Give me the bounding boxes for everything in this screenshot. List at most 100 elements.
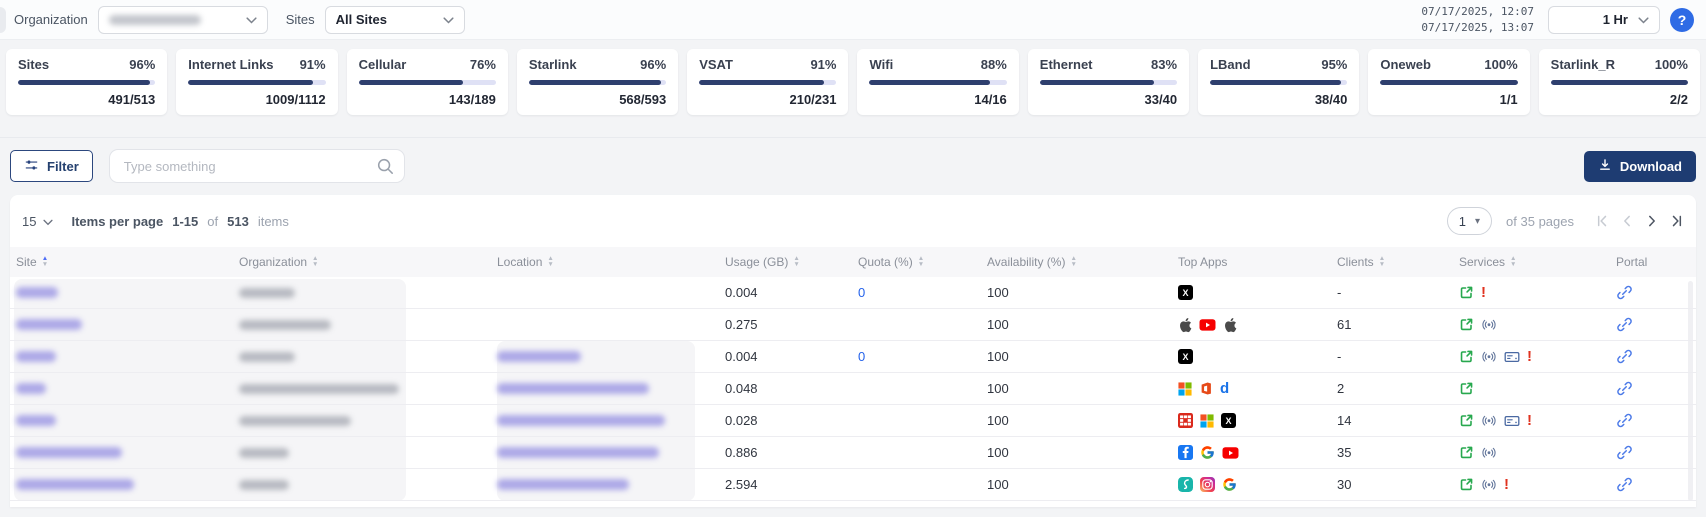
location-link-blurred[interactable] <box>497 383 649 394</box>
column-header-location[interactable]: Location ▲▼ <box>497 255 725 269</box>
location-link-blurred[interactable] <box>497 415 665 426</box>
location-cell <box>497 479 725 490</box>
x-app-icon: X <box>1178 349 1193 364</box>
apple-icon <box>1178 317 1192 333</box>
availability-cell: 100 <box>987 445 1178 460</box>
kpi-percent: 91% <box>810 57 836 72</box>
column-header-site[interactable]: Site ▲▼ <box>16 255 239 269</box>
site-link-blurred[interactable] <box>16 447 122 458</box>
table-row: 0.048 100 d 2 <box>10 373 1696 405</box>
portal-link-icon[interactable] <box>1616 284 1633 301</box>
kpi-percent: 100% <box>1655 57 1688 72</box>
column-header-organization[interactable]: Organization ▲▼ <box>239 255 497 269</box>
kpi-progress-fill <box>18 80 150 85</box>
clients-cell: 35 <box>1337 445 1459 460</box>
services-cell: ! <box>1459 349 1616 364</box>
availability-value: 100 <box>987 317 1009 332</box>
sites-label: Sites <box>286 12 315 27</box>
search-input[interactable] <box>109 149 405 183</box>
kpi-row: Sites 96% 491/513 Internet Links 91% 100… <box>0 40 1706 137</box>
site-link-blurred[interactable] <box>16 383 46 394</box>
portal-link-icon[interactable] <box>1616 476 1633 493</box>
kpi-progress-bar <box>1380 80 1517 85</box>
last-page-icon[interactable] <box>1670 214 1684 228</box>
download-button[interactable]: Download <box>1584 151 1696 182</box>
page-select[interactable]: 1 ▾ <box>1447 207 1492 235</box>
site-cell <box>16 415 239 426</box>
chevron-down-icon <box>1638 12 1649 27</box>
kpi-card: VSAT 91% 210/231 <box>687 49 848 115</box>
status-up-icon <box>1459 413 1474 428</box>
column-header-usage-gb[interactable]: Usage (GB) ▲▼ <box>725 255 858 269</box>
kpi-ratio: 14/16 <box>869 92 1006 107</box>
time-range-select[interactable]: 1 Hr <box>1548 6 1660 34</box>
column-header-quota[interactable]: Quota (%) ▲▼ <box>858 255 987 269</box>
location-link-blurred[interactable] <box>497 479 629 490</box>
organization-text-blurred <box>239 448 289 458</box>
column-header-services[interactable]: Services ▲▼ <box>1459 255 1616 269</box>
kpi-ratio: 210/231 <box>699 92 836 107</box>
sort-arrows-icon: ▲▼ <box>42 256 48 268</box>
page-size-select[interactable]: 15 <box>22 214 53 229</box>
table-header-row: Site ▲▼ Organization ▲▼ Location ▲▼ Usag… <box>10 247 1696 277</box>
location-link-blurred[interactable] <box>497 447 659 458</box>
antenna-icon <box>1481 317 1497 332</box>
site-link-blurred[interactable] <box>16 351 56 362</box>
organization-text-blurred <box>239 320 331 330</box>
items-per-page-label: Items per page <box>71 214 163 229</box>
quota-link[interactable]: 0 <box>858 349 865 364</box>
sites-select[interactable]: All Sites <box>325 6 465 34</box>
availability-value: 100 <box>987 381 1009 396</box>
location-cell <box>497 447 725 458</box>
quota-cell: 0 <box>858 285 987 300</box>
filter-button[interactable]: Filter <box>10 150 93 182</box>
prev-page-icon[interactable] <box>1620 214 1634 228</box>
site-link-blurred[interactable] <box>16 319 82 330</box>
antenna-icon <box>1481 477 1497 492</box>
kpi-progress-fill <box>529 80 661 85</box>
site-link-blurred[interactable] <box>16 415 56 426</box>
page-size-value: 15 <box>22 214 36 229</box>
next-page-icon[interactable] <box>1645 214 1659 228</box>
download-label: Download <box>1620 159 1682 174</box>
site-link-blurred[interactable] <box>16 479 134 490</box>
organization-select[interactable] <box>98 6 268 34</box>
question-icon: ? <box>1678 12 1687 28</box>
first-page-icon[interactable] <box>1595 214 1609 228</box>
availability-cell: 100 <box>987 381 1178 396</box>
usage-cell: 0.275 <box>725 317 858 332</box>
table-body: 0.004 0 100 X - ! 0.275 100 61 0.004 0 1… <box>10 277 1696 501</box>
kpi-card: LBand 95% 38/40 <box>1198 49 1359 115</box>
sites-selected-value: All Sites <box>336 12 387 27</box>
kpi-progress-fill <box>1380 80 1517 85</box>
column-label: Clients <box>1337 255 1374 269</box>
chevron-down-icon <box>43 214 53 229</box>
portal-link-icon[interactable] <box>1616 444 1633 461</box>
location-link-blurred[interactable] <box>497 351 581 362</box>
column-header-top-apps: Top Apps <box>1178 255 1337 269</box>
alert-icon: ! <box>1527 413 1532 428</box>
column-header-availability[interactable]: Availability (%) ▲▼ <box>987 255 1178 269</box>
portal-link-icon[interactable] <box>1616 380 1633 397</box>
portal-link-icon[interactable] <box>1616 348 1633 365</box>
column-label: Availability (%) <box>987 255 1065 269</box>
sort-arrows-icon: ▲▼ <box>918 256 924 268</box>
kpi-ratio: 1009/1112 <box>188 92 325 107</box>
table-row: 0.886 100 35 <box>10 437 1696 469</box>
quota-link[interactable]: 0 <box>858 285 865 300</box>
services-cell <box>1459 381 1616 396</box>
help-button[interactable]: ? <box>1670 8 1694 32</box>
column-header-clients[interactable]: Clients ▲▼ <box>1337 255 1459 269</box>
clients-value: 14 <box>1337 413 1351 428</box>
kpi-ratio: 33/40 <box>1040 92 1177 107</box>
organization-cell <box>239 288 497 298</box>
kpi-ratio: 38/40 <box>1210 92 1347 107</box>
sort-arrows-icon: ▲▼ <box>1379 256 1385 268</box>
search-box <box>109 149 405 183</box>
site-link-blurred[interactable] <box>16 287 58 298</box>
usage-cell: 0.028 <box>725 413 858 428</box>
portal-link-icon[interactable] <box>1616 412 1633 429</box>
chevron-down-icon <box>246 11 257 29</box>
portal-link-icon[interactable] <box>1616 316 1633 333</box>
kpi-card: Wifi 88% 14/16 <box>857 49 1018 115</box>
